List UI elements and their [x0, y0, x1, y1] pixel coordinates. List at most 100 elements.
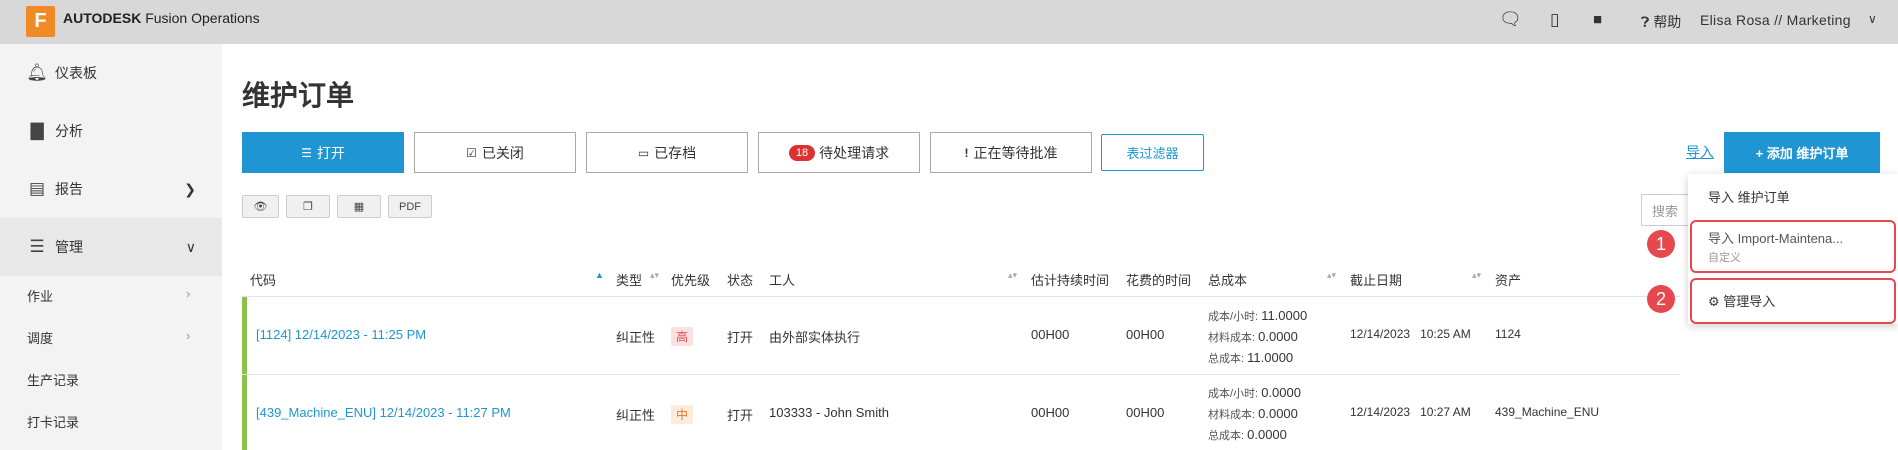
page-title: 维护订单	[242, 80, 355, 111]
eye-icon[interactable]: 👁︎	[242, 195, 279, 218]
row-divider	[242, 296, 1680, 297]
sidebar-item-reports[interactable]: ▤ 报告 ❯	[0, 160, 222, 218]
column-header-type[interactable]: 类型	[616, 270, 642, 289]
logo-letter: F	[34, 10, 47, 32]
sidebar-subitem-jobs[interactable]: 作业	[27, 286, 53, 305]
sidebar-item-dashboard[interactable]: 🔔︎ 仪表板	[0, 44, 222, 102]
chevron-right-icon: ❯	[184, 180, 196, 197]
highlight-box	[1690, 278, 1896, 324]
sidebar-subitem-clock-records[interactable]: 打卡记录	[27, 412, 79, 431]
pdf-export-button[interactable]: PDF	[388, 195, 432, 218]
cost-total-value: 11.0000	[1247, 350, 1294, 365]
due-date-day: 12/14/2023	[1350, 327, 1411, 341]
column-header-asset[interactable]: 资产	[1495, 270, 1521, 289]
order-code-link[interactable]: [1124] 12/14/2023 - 11:25 PM	[256, 327, 426, 342]
step-marker: 1	[1647, 230, 1675, 258]
asset-name: 1124	[1495, 327, 1521, 341]
brand-name: AUTODESK Fusion Operations	[63, 10, 260, 26]
order-status: 打开	[727, 330, 754, 345]
top-bar: F AUTODESK Fusion Operations 🗨 ▯ ■ ❓︎ 帮助…	[0, 0, 1898, 44]
pending-count-badge: 18	[788, 144, 816, 161]
chat-icon[interactable]: 🗨	[1499, 9, 1522, 30]
chevron-right-icon: ›	[186, 286, 191, 301]
priority-badge: 中	[671, 405, 694, 424]
estimated-duration: 00H00	[1031, 327, 1070, 342]
cost-total-value: 0.0000	[1247, 427, 1287, 442]
bookmark-icon[interactable]: ■	[1593, 11, 1602, 28]
copy-icon[interactable]: ❐	[286, 195, 330, 218]
sort-icon[interactable]: ▴▾	[1327, 270, 1336, 281]
table-filter-button[interactable]: 表过滤器	[1101, 134, 1204, 171]
due-date-day: 12/14/2023	[1350, 405, 1411, 419]
order-worker: 103333 - John Smith	[769, 405, 889, 420]
chevron-down-icon: ∨	[185, 238, 196, 255]
column-header-estimated-duration[interactable]: 估计持续时间	[1031, 270, 1109, 289]
sidebar-item-label: 报告	[55, 181, 83, 197]
sidebar-item-label: 分析	[55, 123, 83, 139]
bar-chart-icon: ▇	[30, 121, 44, 140]
exclamation-icon: !	[964, 145, 969, 160]
tab-awaiting-approval[interactable]: ! 正在等待批准	[930, 132, 1092, 173]
import-link[interactable]: 导入	[1686, 142, 1714, 162]
time-spent: 00H00	[1126, 327, 1165, 342]
sort-icon[interactable]: ▴▾	[1008, 270, 1017, 281]
cost-hour-label: 成本/小时:	[1208, 388, 1259, 400]
cost-hour-value: 0.0000	[1261, 385, 1301, 400]
status-indicator-bar	[242, 297, 247, 374]
column-header-priority[interactable]: 优先级	[671, 270, 710, 289]
tab-label: 正在等待批准	[973, 144, 1058, 161]
check-square-icon: ☑	[466, 145, 477, 160]
menu-item-import-maintenance-orders[interactable]: 导入 维护订单	[1708, 187, 1790, 206]
column-header-status[interactable]: 状态	[727, 270, 753, 289]
due-date-time: 10:27 AM	[1420, 405, 1471, 419]
column-header-code[interactable]: 代码	[250, 270, 276, 289]
order-worker: 由外部实体执行	[769, 330, 861, 345]
sort-icon[interactable]: ▴▾	[650, 270, 659, 281]
order-status: 打开	[727, 408, 754, 423]
asset-name: 439_Machine_ENU	[1495, 405, 1600, 419]
tab-closed[interactable]: ☑ 已关闭	[414, 132, 576, 173]
due-date: 12/14/2023 10:25 AM	[1350, 327, 1471, 341]
sidebar-item-analysis[interactable]: ▇ 分析	[0, 102, 222, 160]
tab-archived[interactable]: ▭ 已存档	[586, 132, 748, 173]
highlight-box	[1690, 220, 1896, 273]
cost-material-label: 材料成本:	[1208, 409, 1256, 421]
order-type: 纠正性	[616, 408, 656, 423]
report-icon: ▤	[28, 179, 46, 198]
cost-total-label: 总成本:	[1208, 430, 1245, 442]
due-date-time: 10:25 AM	[1420, 327, 1471, 341]
add-maintenance-order-button[interactable]: + 添加 维护订单	[1724, 132, 1880, 173]
status-indicator-bar	[242, 375, 247, 450]
column-header-time-spent[interactable]: 花费的时间	[1126, 270, 1191, 289]
sort-icon[interactable]: ▴▾	[1472, 270, 1481, 281]
mobile-icon[interactable]: ▯	[1550, 10, 1559, 30]
order-code-link[interactable]: [439_Machine_ENU] 12/14/2023 - 11:27 PM	[256, 405, 511, 420]
column-header-total-cost[interactable]: 总成本	[1208, 270, 1247, 289]
sidebar-item-management[interactable]: ☰ 管理 ∨	[0, 218, 222, 276]
tab-label: 已关闭	[481, 144, 524, 161]
priority-badge: 高	[671, 327, 694, 346]
sidebar-subitem-production-records[interactable]: 生产记录	[27, 370, 79, 389]
help-icon: ❓︎	[1641, 14, 1650, 30]
cost-material-value: 0.0000	[1258, 329, 1298, 344]
help-label: 帮助	[1653, 14, 1682, 30]
order-type: 纠正性	[616, 330, 656, 345]
table-icon[interactable]: ▦	[337, 195, 381, 218]
sidebar: 🔔︎ 仪表板 ▇ 分析 ▤ 报告 ❯ ☰ 管理 ∨ 作业 › 调度 › 生产记录…	[0, 44, 222, 450]
user-menu[interactable]: Elisa Rosa // Marketing	[1700, 12, 1851, 28]
sidebar-subitem-scheduling[interactable]: 调度	[27, 328, 53, 347]
tab-open[interactable]: ☰ 打开	[242, 132, 404, 173]
estimated-duration: 00H00	[1031, 405, 1070, 420]
sidebar-item-label: 仪表板	[55, 65, 97, 81]
cost-material-label: 材料成本:	[1208, 332, 1256, 344]
step-marker: 2	[1647, 285, 1675, 313]
column-header-due-date[interactable]: 截止日期	[1350, 270, 1402, 289]
tab-pending-requests[interactable]: 18 待处理请求	[758, 132, 920, 173]
chevron-down-icon[interactable]: ∨	[1868, 12, 1877, 26]
help-button[interactable]: ❓︎ 帮助	[1641, 12, 1681, 32]
due-date: 12/14/2023 10:27 AM	[1350, 405, 1471, 419]
search-input[interactable]: 搜索	[1641, 194, 1691, 226]
app-logo[interactable]: F	[26, 6, 55, 37]
column-header-worker[interactable]: 工人	[769, 270, 795, 289]
sort-asc-icon[interactable]: ▲	[595, 270, 604, 280]
